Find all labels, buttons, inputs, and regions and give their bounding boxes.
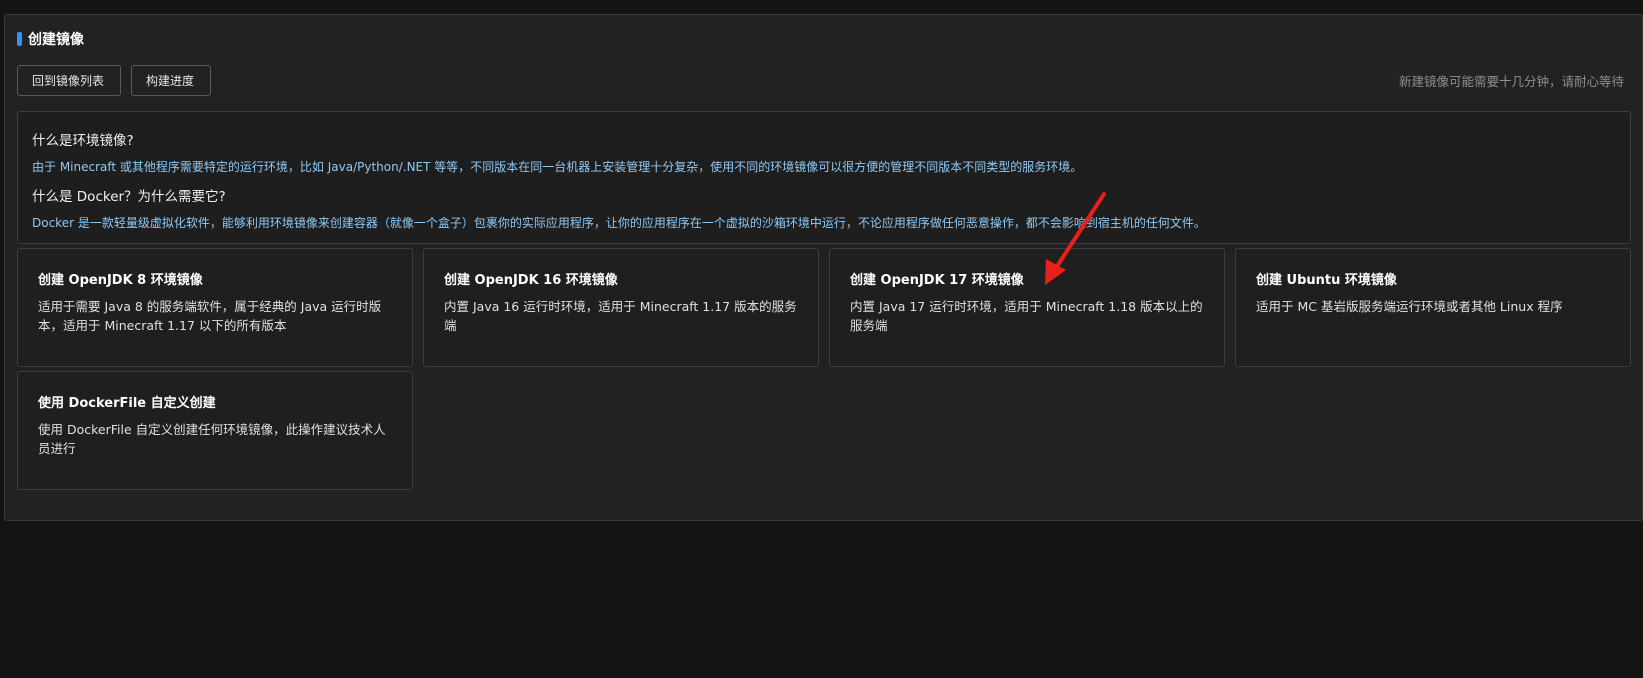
card-title: 创建 OpenJDK 16 环境镜像 <box>444 273 618 288</box>
card-openjdk-8[interactable]: 创建 OpenJDK 8 环境镜像 适用于需要 Java 8 的服务端软件，属于… <box>17 248 413 367</box>
panel-title-text: 创建镜像 <box>28 32 84 48</box>
card-ubuntu[interactable]: 创建 Ubuntu 环境镜像 适用于 MC 基岩版服务端运行环境或者其他 Lin… <box>1235 248 1631 367</box>
build-progress-button[interactable]: 构建进度 <box>131 65 211 96</box>
card-description: 使用 DockerFile 自定义创建任何环境镜像，此操作建议技术人员进行 <box>38 422 386 456</box>
card-title: 创建 OpenJDK 8 环境镜像 <box>38 273 203 288</box>
info-question-docker: 什么是 Docker？为什么需要它? <box>32 189 226 205</box>
title-accent-bar <box>17 32 22 46</box>
panel-title: 创建镜像 <box>17 29 84 49</box>
card-title: 创建 OpenJDK 17 环境镜像 <box>850 273 1024 288</box>
card-openjdk-16[interactable]: 创建 OpenJDK 16 环境镜像 内置 Java 16 运行时环境，适用于 … <box>423 248 819 367</box>
info-question-env-image: 什么是环境镜像? <box>32 133 134 149</box>
card-dockerfile-custom[interactable]: 使用 DockerFile 自定义创建 使用 DockerFile 自定义创建任… <box>17 371 413 490</box>
card-title: 使用 DockerFile 自定义创建 <box>38 396 216 411</box>
create-image-panel: 创建镜像 回到镜像列表 构建进度 新建镜像可能需要十几分钟，请耐心等待 什么是环… <box>4 14 1643 521</box>
card-openjdk-17[interactable]: 创建 OpenJDK 17 环境镜像 内置 Java 17 运行时环境，适用于 … <box>829 248 1225 367</box>
card-description: 适用于 MC 基岩版服务端运行环境或者其他 Linux 程序 <box>1256 299 1563 314</box>
info-answer-docker: Docker 是一款轻量级虚拟化软件，能够利用环境镜像来创建容器（就像一个盒子）… <box>32 216 1206 230</box>
card-description: 内置 Java 16 运行时环境，适用于 Minecraft 1.17 版本的服… <box>444 299 797 333</box>
info-answer-env-image: 由于 Minecraft 或其他程序需要特定的运行环境，比如 Java/Pyth… <box>32 160 1083 174</box>
build-time-hint: 新建镜像可能需要十几分钟，请耐心等待 <box>1398 74 1624 89</box>
info-box: 什么是环境镜像? 由于 Minecraft 或其他程序需要特定的运行环境，比如 … <box>17 111 1631 244</box>
card-description: 适用于需要 Java 8 的服务端软件，属于经典的 Java 运行时版本，适用于… <box>38 299 382 333</box>
back-to-image-list-button[interactable]: 回到镜像列表 <box>17 65 121 96</box>
card-description: 内置 Java 17 运行时环境，适用于 Minecraft 1.18 版本以上… <box>850 299 1203 333</box>
card-title: 创建 Ubuntu 环境镜像 <box>1256 273 1397 288</box>
